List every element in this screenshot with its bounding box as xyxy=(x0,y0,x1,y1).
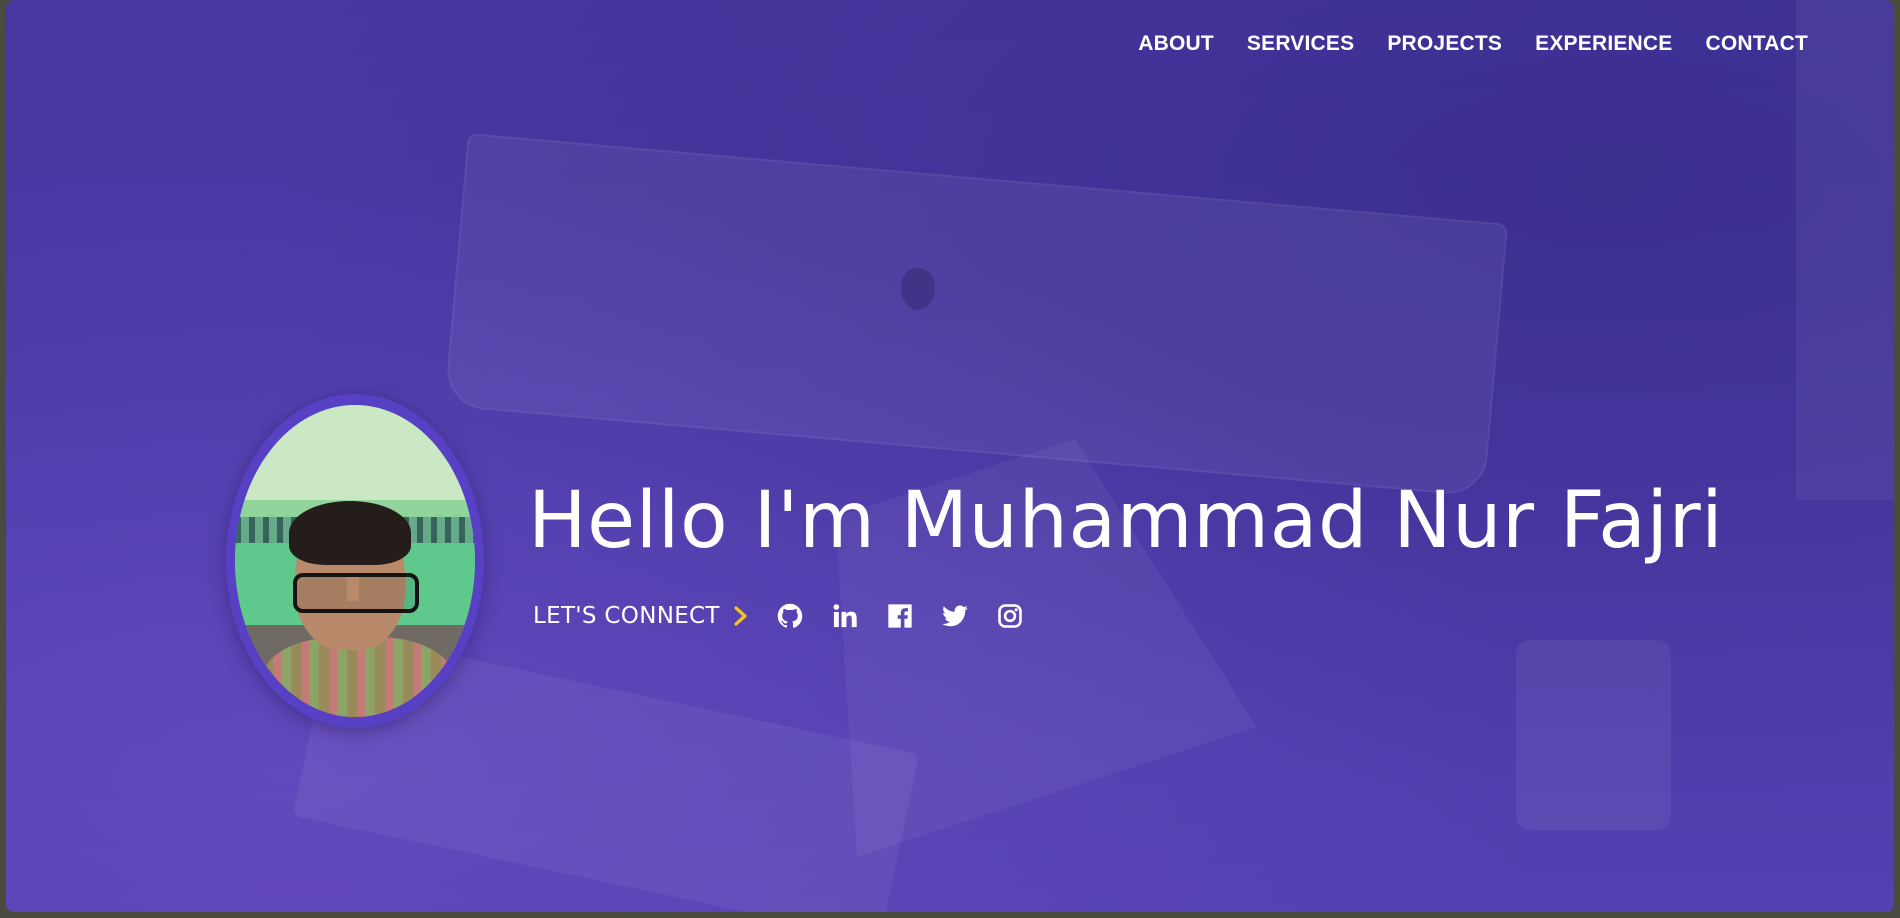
avatar-photo-ceiling xyxy=(235,405,475,500)
twitter-icon[interactable] xyxy=(941,602,969,630)
linkedin-icon[interactable] xyxy=(831,602,859,630)
connect-label: LET'S CONNECT xyxy=(533,603,720,629)
page-hero: ABOUT SERVICES PROJECTS EXPERIENCE CONTA… xyxy=(6,0,1894,912)
nav-services[interactable]: SERVICES xyxy=(1247,32,1354,56)
avatar-photo-hair xyxy=(289,501,411,565)
chevron-right-icon xyxy=(732,605,750,627)
background-apple-logo xyxy=(901,268,935,310)
facebook-icon[interactable] xyxy=(886,602,914,630)
page-title: Hello I'm Muhammad Nur Fajri xyxy=(528,476,1724,566)
instagram-icon[interactable] xyxy=(996,602,1024,630)
avatar-photo-glasses-bridge xyxy=(347,577,359,601)
nav-experience[interactable]: EXPERIENCE xyxy=(1535,32,1672,56)
social-links xyxy=(776,602,1024,630)
avatar xyxy=(235,405,475,717)
background-device xyxy=(1796,0,1894,500)
top-navigation: ABOUT SERVICES PROJECTS EXPERIENCE CONTA… xyxy=(1138,32,1808,56)
connect-row: LET'S CONNECT xyxy=(533,598,1024,634)
background-monitor xyxy=(444,133,1508,497)
github-icon[interactable] xyxy=(776,602,804,630)
nav-projects[interactable]: PROJECTS xyxy=(1387,32,1502,56)
nav-contact[interactable]: CONTACT xyxy=(1706,32,1809,56)
background-cup xyxy=(1516,640,1671,830)
nav-about[interactable]: ABOUT xyxy=(1138,32,1214,56)
